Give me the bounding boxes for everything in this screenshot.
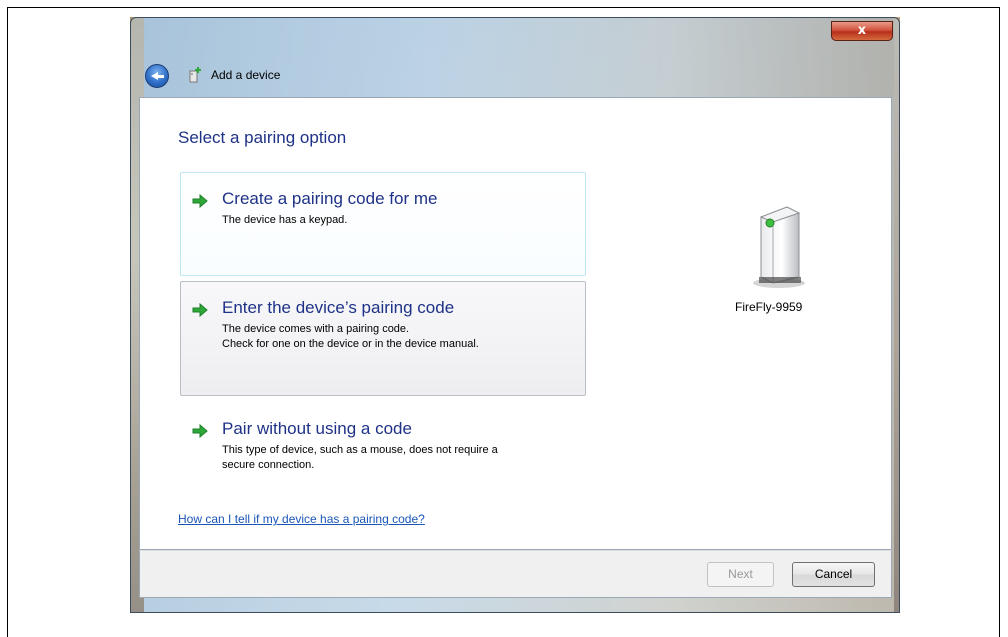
close-button[interactable]: x [831, 21, 893, 41]
green-arrow-icon [192, 424, 208, 438]
option-description-line: The device comes with a pairing code. [222, 323, 410, 335]
button-bar: Next Cancel [139, 550, 892, 598]
option-description: The device has a keypad. [222, 213, 582, 228]
pairing-code-help-link[interactable]: How can I tell if my device has a pairin… [178, 512, 425, 526]
cancel-button[interactable]: Cancel [792, 562, 875, 587]
option-enter-device-code[interactable]: Enter the device’s pairing code The devi… [180, 281, 586, 396]
option-title: Enter the device’s pairing code [222, 298, 455, 317]
option-description-line: This type of device, such as a mouse, do… [222, 444, 498, 456]
green-arrow-icon [192, 194, 208, 208]
window-title: Add a device [211, 68, 281, 82]
option-title: Pair without using a code [222, 419, 412, 438]
back-button[interactable] [145, 64, 169, 88]
option-description-line: secure connection. [222, 459, 315, 471]
device-tower-icon [753, 206, 805, 288]
option-create-pairing-code[interactable]: Create a pairing code for me The device … [180, 172, 586, 276]
option-title: Create a pairing code for me [222, 189, 438, 208]
title-bar: Add a device x [131, 18, 899, 94]
option-pair-without-code[interactable]: Pair without using a code This type of d… [180, 402, 586, 492]
add-device-icon [189, 67, 201, 83]
add-device-window: Add a device x Select a pairing option C… [130, 17, 900, 613]
option-description: The device comes with a pairing code. Ch… [222, 322, 582, 352]
green-arrow-icon [192, 303, 208, 317]
content-pane: Select a pairing option Create a pairing… [139, 97, 892, 550]
option-description: This type of device, such as a mouse, do… [222, 443, 582, 473]
next-button[interactable]: Next [707, 562, 774, 587]
device-name: FireFly-9959 [735, 300, 803, 314]
option-description-line: The device has a keypad. [222, 214, 348, 226]
option-description-line: Check for one on the device or in the de… [222, 338, 479, 350]
page-title: Select a pairing option [178, 128, 347, 147]
desktop-background: Add a device x Select a pairing option C… [130, 17, 900, 613]
